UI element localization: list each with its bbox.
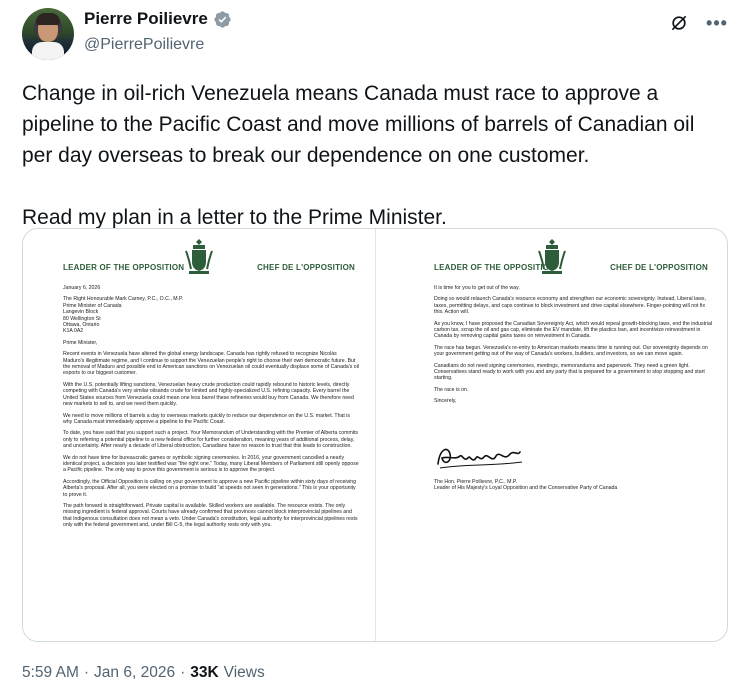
separator: · — [83, 664, 90, 681]
author-name[interactable]: Pierre Poilievre — [84, 8, 208, 30]
author-block: Pierre Poilievre @PierrePoilievre — [84, 8, 232, 56]
paragraph: Recent events in Venezuela have altered … — [63, 351, 359, 377]
letterhead-en: LEADER OF THE OPPOSITION — [63, 263, 185, 272]
letter-date: January 6, 2026 — [63, 285, 101, 291]
separator: · — [180, 664, 186, 681]
views-count[interactable]: 33K — [190, 664, 218, 682]
paragraph: Accordingly, the Official Opposition is … — [63, 478, 357, 498]
avatar[interactable] — [22, 8, 74, 60]
closing: Sincerely, — [434, 398, 457, 405]
paragraph: The race has begun. Venezuela's re-entry… — [434, 344, 708, 358]
verified-badge-icon — [214, 10, 231, 28]
author-name-row[interactable]: Pierre Poilievre — [84, 8, 232, 30]
letter-body-2: It is time for you to get out of the way… — [434, 285, 714, 410]
letterhead-fr: CHEF DE L'OPPOSITION — [257, 263, 355, 272]
tweet-text: Change in oil-rich Venezuela means Canad… — [22, 82, 695, 229]
letter-image[interactable]: LEADER OF THE OPPOSITION CHEF DE L'OPPOS… — [22, 228, 728, 642]
header-actions: ••• — [668, 12, 728, 34]
grok-icon[interactable] — [668, 12, 690, 34]
paragraph: Doing so would relaunch Canada's resourc… — [434, 296, 706, 316]
paragraph: As you know, I have proposed the Canadia… — [434, 320, 712, 340]
signer-block: The Hon. Pierre Poilievre, P.C., M.P. Le… — [434, 479, 714, 497]
letter-page-1: LEADER OF THE OPPOSITION CHEF DE L'OPPOS… — [23, 229, 375, 641]
views-label: Views — [223, 664, 265, 681]
paragraph: Canadians do not need signing ceremonies… — [434, 362, 705, 382]
salutation: Prime Minister, — [63, 339, 98, 346]
tweet-meta: 5:59 AM · Jan 6, 2026 · 33K Views — [22, 664, 265, 682]
paragraph: The path forward is straightforward. Pri… — [63, 502, 358, 529]
paragraph: With the U.S. potentially lifting sancti… — [63, 381, 354, 408]
paragraph: We need to move millions of barrels a da… — [63, 412, 350, 425]
tweet-header: Pierre Poilievre @PierrePoilievre ••• — [22, 8, 732, 60]
paragraph: To date, you have said that you support … — [63, 430, 358, 450]
recipient-address: The Right Honourable Mark Carney, P.C., … — [63, 296, 184, 335]
author-handle[interactable]: @PierrePoilievre — [84, 34, 232, 56]
signer-title: Leader of His Majesty's Loyal Opposition… — [434, 485, 618, 492]
letterhead-fr: CHEF DE L'OPPOSITION — [610, 263, 708, 272]
letter-body-1: January 6, 2026 The Right Honourable Mar… — [63, 285, 359, 534]
letter-page-2: LEADER OF THE OPPOSITION CHEF DE L'OPPOS… — [376, 229, 727, 641]
letterhead-en: LEADER OF THE OPPOSITION — [434, 263, 556, 272]
coat-of-arms-icon — [185, 239, 213, 274]
paragraph: It is time for you to get out of the way… — [434, 285, 520, 291]
post-time[interactable]: 5:59 AM — [22, 664, 79, 682]
paragraph: We do not have time for bureaucratic gam… — [63, 454, 359, 474]
signature-icon — [437, 448, 523, 469]
post-date[interactable]: Jan 6, 2026 — [94, 664, 175, 682]
paragraph: The race is on. — [434, 386, 469, 393]
more-options-icon[interactable]: ••• — [706, 12, 728, 34]
